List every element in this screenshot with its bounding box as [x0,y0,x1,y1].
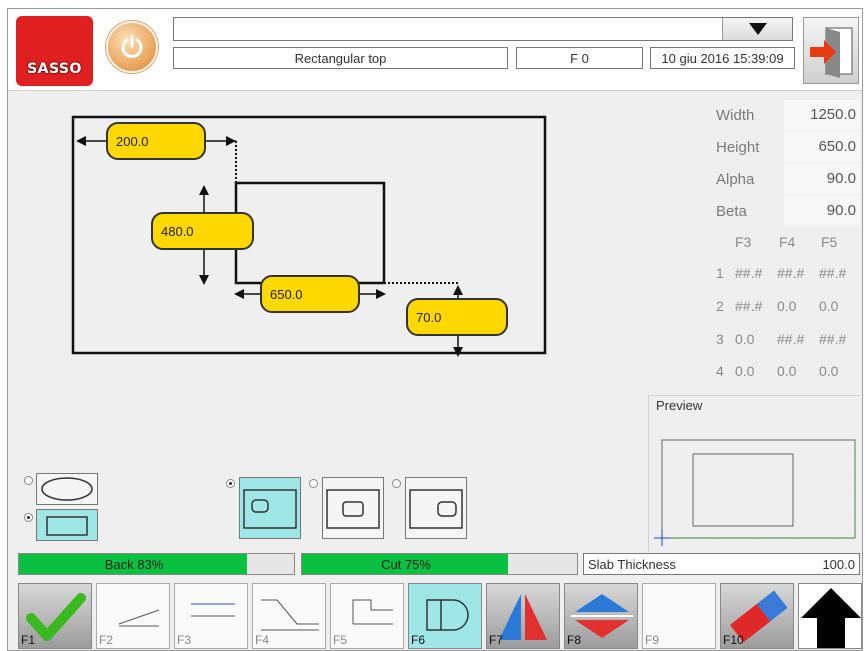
f-table-cell: ##.# [819,331,847,347]
center-rect-cut-icon [326,489,380,529]
f8-flip-button[interactable]: F8 [564,583,638,649]
dimension-field-offset[interactable]: 70.0 [406,298,508,336]
shape-rectangle-button[interactable] [36,509,98,541]
f2-bevel-button[interactable]: F2 [96,583,170,649]
property-value[interactable]: 1250.0 [784,100,860,130]
radio-cut-center-rect[interactable] [309,479,318,488]
fkey-label: F7 [489,633,504,647]
f-table-cell: ##.# [777,331,805,347]
program-name-field: Rectangular top [173,47,508,69]
f7-mirror-button[interactable]: F7 [486,583,560,649]
f4-slope-button[interactable]: F4 [252,583,326,649]
dropdown-arrow-button[interactable] [722,18,792,40]
header-bar: SASSO Rectangular top F 0 10 giu 2016 15… [8,9,862,91]
cut-progress-label: Cut 75% [381,556,431,572]
preview-canvas [654,439,856,546]
f1-confirm-button[interactable]: F1 [18,583,92,649]
f-table-cell: 0.0 [777,363,797,379]
function-code-field: F 0 [516,47,643,69]
f-table-cell: 0.0 [819,363,839,379]
right-rect-cut-icon [409,489,463,529]
f9-button[interactable]: F9 [642,583,716,649]
property-height: Height 650.0 [708,131,860,163]
program-select[interactable] [173,17,793,41]
datetime-display: 10 giu 2016 15:39:09 [650,47,795,69]
fkey-label: F4 [255,633,270,647]
app-window: SASSO Rectangular top F 0 10 giu 2016 15… [7,8,863,651]
power-button[interactable] [106,21,158,73]
shape-drawing [71,115,547,357]
chevron-down-icon [748,23,767,35]
property-value[interactable]: 650.0 [784,132,860,162]
up-arrow-icon [801,588,861,648]
f10-eraser-button[interactable]: F10 [720,583,794,649]
f-table-cell: 0.0 [735,331,755,347]
power-icon [121,34,143,58]
fkey-label: F9 [645,633,660,647]
f-table-cell: 0.0 [777,298,797,314]
f-table-header: F5 [821,234,838,250]
f-table-row-number: 3 [716,331,724,347]
fkey-label: F6 [411,633,426,647]
slab-thickness-field[interactable]: Slab Thickness 100.0 [583,553,860,575]
dimension-field-width[interactable]: 200.0 [106,122,206,160]
f-table-header: F4 [779,234,796,250]
fkey-label: F3 [177,633,192,647]
back-progress-label: Back 83% [104,556,164,572]
f-table-cell: ##.# [735,298,763,314]
dimension-field-length[interactable]: 650.0 [260,275,360,313]
radio-cut-right-rect[interactable] [392,479,401,488]
slab-thickness-label: Slab Thickness [588,556,676,572]
f3-parallel-lines-button[interactable]: F3 [174,583,248,649]
logo-text: SASSO [27,61,82,77]
up-arrow-button[interactable] [798,583,862,649]
f-table: F3 F4 F5 1 ##.# ##.# ##.# 2 ##.# 0.0 0.0… [708,234,860,384]
cut-type-inner-rect-button[interactable] [239,477,301,539]
slab-thickness-value: 100.0 [822,556,855,572]
property-value[interactable]: 90.0 [784,164,860,194]
inner-rect-cut-icon [243,489,297,529]
f-table-row-number: 1 [716,265,724,281]
fkey-label: F5 [333,633,348,647]
f-table-cell: ##.# [735,265,763,281]
f-table-cell: ##.# [819,265,847,281]
cut-type-center-rect-button[interactable] [322,477,384,539]
fkey-label: F8 [567,633,582,647]
f-table-cell: 0.0 [819,298,839,314]
f-table-header: F3 [735,234,752,250]
property-label: Height [716,138,760,156]
dimension-field-height[interactable]: 480.0 [151,212,254,250]
property-alpha: Alpha 90.0 [708,163,860,195]
rectangle-shape-icon [46,516,88,536]
ellipse-shape-icon [41,477,93,501]
fkey-label: F1 [21,633,36,647]
exit-door-icon [810,27,853,78]
property-label: Alpha [716,170,755,188]
exit-button[interactable] [803,17,859,84]
property-value[interactable]: 90.0 [784,196,860,226]
f-table-cell: 0.0 [735,363,755,379]
cut-type-right-rect-button[interactable] [405,477,467,539]
f-table-row-number: 4 [716,363,724,379]
back-progress-bar: Back 83% [18,553,295,575]
radio-cut-inner-rect[interactable] [226,479,235,488]
property-label: Width [716,106,755,124]
property-width: Width 1250.0 [708,99,860,131]
fkey-label: F10 [723,633,744,647]
radio-rectangle[interactable] [24,513,33,522]
property-beta: Beta 90.0 [708,195,860,227]
preview-panel: Preview [648,395,860,552]
fkey-label: F2 [99,633,114,647]
cut-progress-bar: Cut 75% [301,553,578,575]
f6-profile-button[interactable]: F6 [408,583,482,649]
f-table-cell: ##.# [777,265,805,281]
f-table-row-number: 2 [716,298,724,314]
radio-ellipse[interactable] [24,476,33,485]
f5-step-button[interactable]: F5 [330,583,404,649]
shape-ellipse-button[interactable] [36,473,98,505]
sasso-logo: SASSO [16,16,93,86]
cut-outline [234,181,386,285]
property-label: Beta [716,202,747,220]
